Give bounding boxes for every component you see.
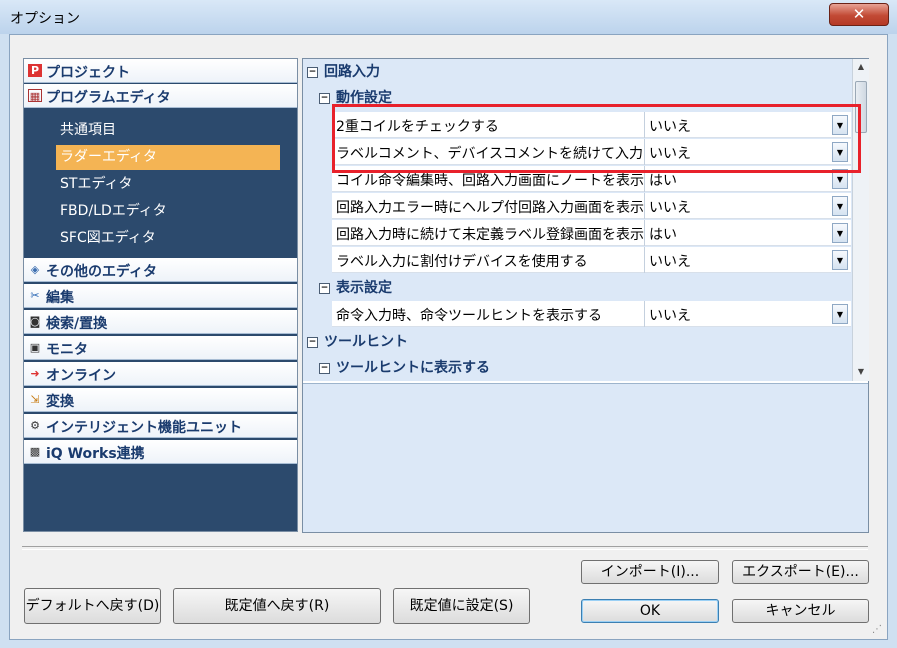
property-row[interactable]: 回路入力時に続けて未定義ラベル登録画面を表示する はい ▼ (332, 220, 851, 246)
scissors-icon: ✂ (30, 289, 40, 302)
tree-item-program-editor[interactable]: ▦ プログラムエディタ (24, 84, 297, 108)
title-bar: オプション ✕ (0, 0, 897, 34)
tree-subitem-label: SFC図エディタ (60, 230, 156, 246)
property-name: 回路入力エラー時にヘルプ付回路入力画面を表示する (336, 200, 644, 216)
collapse-toggle-icon[interactable]: − (307, 66, 318, 78)
divider (22, 546, 868, 550)
export-button[interactable]: エクスポート(E)... (732, 560, 869, 584)
tree-item-edit[interactable]: ✂ 編集 (24, 284, 297, 308)
collapse-toggle-icon[interactable]: − (319, 282, 330, 294)
scroll-down-icon[interactable]: ▼ (853, 364, 869, 380)
tree-item-online[interactable]: ➜ オンライン (24, 362, 297, 386)
tree-subitem-label: FBD/LDエディタ (60, 203, 167, 219)
tree-item-convert[interactable]: ⇲ 変換 (24, 388, 297, 412)
section-tooltip[interactable]: − ツールヒント (307, 331, 408, 355)
import-button[interactable]: インポート(I)... (581, 560, 719, 584)
dropdown-arrow-icon[interactable]: ▼ (832, 223, 848, 243)
close-button[interactable]: ✕ (829, 3, 889, 26)
reset-initial-button[interactable]: 既定値へ戻す(R) (173, 588, 381, 624)
other-editor-icon: ◈ (30, 263, 40, 276)
property-row[interactable]: ラベル入力に割付けデバイスを使用する いいえ ▼ (332, 247, 851, 273)
tree-item-label: 編集 (46, 290, 74, 306)
tree-item-monitor[interactable]: ▣ モニタ (24, 336, 297, 360)
tree-subitem-st-editor[interactable]: STエディタ (56, 172, 280, 197)
property-value[interactable]: いいえ (649, 305, 691, 325)
tree-subitem-ladder-editor[interactable]: ラダーエディタ (56, 145, 280, 170)
tree-subitem-sfc-editor[interactable]: SFC図エディタ (56, 226, 280, 251)
section-display-settings[interactable]: − 表示設定 (319, 277, 392, 301)
convert-icon: ⇲ (30, 393, 40, 406)
property-value[interactable]: いいえ (649, 251, 691, 271)
project-icon: P (28, 64, 42, 77)
tree-item-label: モニタ (46, 342, 88, 358)
set-initial-button[interactable]: 既定値に設定(S) (393, 588, 530, 624)
property-name: コイル命令編集時、回路入力画面にノートを表示する (336, 173, 644, 189)
dropdown-arrow-icon[interactable]: ▼ (832, 250, 848, 270)
cancel-button[interactable]: キャンセル (732, 599, 869, 623)
resize-grip-icon[interactable]: ⋰ (872, 624, 882, 635)
property-row[interactable]: 命令入力時、命令ツールヒントを表示する いいえ ▼ (332, 301, 851, 327)
tree-item-label: iQ Works連携 (46, 446, 145, 462)
property-value[interactable]: いいえ (649, 197, 691, 217)
property-value[interactable]: はい (649, 224, 677, 244)
highlight-annotation (332, 104, 861, 173)
tree-item-label: 検索/置換 (46, 316, 108, 332)
tree-item-label: インテリジェント機能ユニット (46, 420, 242, 436)
tree-item-label: オンライン (46, 368, 116, 384)
section-tooltip-display[interactable]: − ツールヒントに表示する (319, 357, 490, 381)
intelligent-unit-icon: ⚙ (30, 419, 40, 432)
tree-item-label: 変換 (46, 394, 74, 410)
scroll-up-icon[interactable]: ▲ (853, 59, 869, 75)
tree-subitem-label: 共通項目 (60, 122, 116, 138)
tree-item-label: プログラムエディタ (46, 90, 171, 106)
collapse-toggle-icon[interactable]: − (319, 92, 330, 104)
description-pane (303, 383, 868, 532)
dropdown-arrow-icon[interactable]: ▼ (832, 304, 848, 324)
property-value[interactable]: はい (649, 170, 677, 190)
section-label: 表示設定 (336, 280, 392, 296)
dropdown-arrow-icon[interactable]: ▼ (832, 196, 848, 216)
binoculars-icon: ◙ (29, 315, 41, 328)
tree-item-label: その他のエディタ (46, 264, 158, 280)
program-editor-icon: ▦ (28, 89, 42, 103)
tree-item-label: プロジェクト (46, 65, 130, 81)
tree-subitem-common[interactable]: 共通項目 (56, 118, 280, 143)
section-label: ツールヒント (324, 334, 408, 350)
tree-subitem-label: ラダーエディタ (60, 149, 158, 165)
section-label: 回路入力 (324, 64, 380, 80)
tree-subitem-fbd-ld-editor[interactable]: FBD/LDエディタ (56, 199, 280, 224)
tree-item-search-replace[interactable]: ◙ 検索/置換 (24, 310, 297, 334)
collapse-toggle-icon[interactable]: − (307, 336, 318, 348)
section-label: ツールヒントに表示する (336, 360, 490, 376)
monitor-icon: ▣ (29, 341, 41, 354)
section-circuit-input[interactable]: − 回路入力 (307, 61, 380, 85)
iq-works-icon: ▩ (29, 445, 41, 458)
tree-item-intelligent-unit[interactable]: ⚙ インテリジェント機能ユニット (24, 414, 297, 438)
tree-item-project[interactable]: P プロジェクト (24, 59, 297, 83)
collapse-toggle-icon[interactable]: − (319, 362, 330, 374)
property-row[interactable]: 回路入力エラー時にヘルプ付回路入力画面を表示する いいえ ▼ (332, 193, 851, 219)
property-name: 命令入力時、命令ツールヒントを表示する (336, 308, 602, 324)
window-title: オプション (10, 11, 80, 27)
tree-subitem-label: STエディタ (60, 176, 133, 192)
ok-button[interactable]: OK (581, 599, 719, 623)
property-name: ラベル入力に割付けデバイスを使用する (336, 254, 588, 270)
property-name: 回路入力時に続けて未定義ラベル登録画面を表示する (336, 227, 644, 243)
tree-item-other-editor[interactable]: ◈ その他のエディタ (24, 258, 297, 282)
tree-item-iq-works[interactable]: ▩ iQ Works連携 (24, 440, 297, 464)
online-icon: ➜ (30, 367, 40, 380)
reset-default-button[interactable]: デフォルトへ戻す(D) (24, 588, 161, 624)
category-tree: P プロジェクト ▦ プログラムエディタ 共通項目 ラダーエディタ STエディタ… (23, 58, 298, 532)
